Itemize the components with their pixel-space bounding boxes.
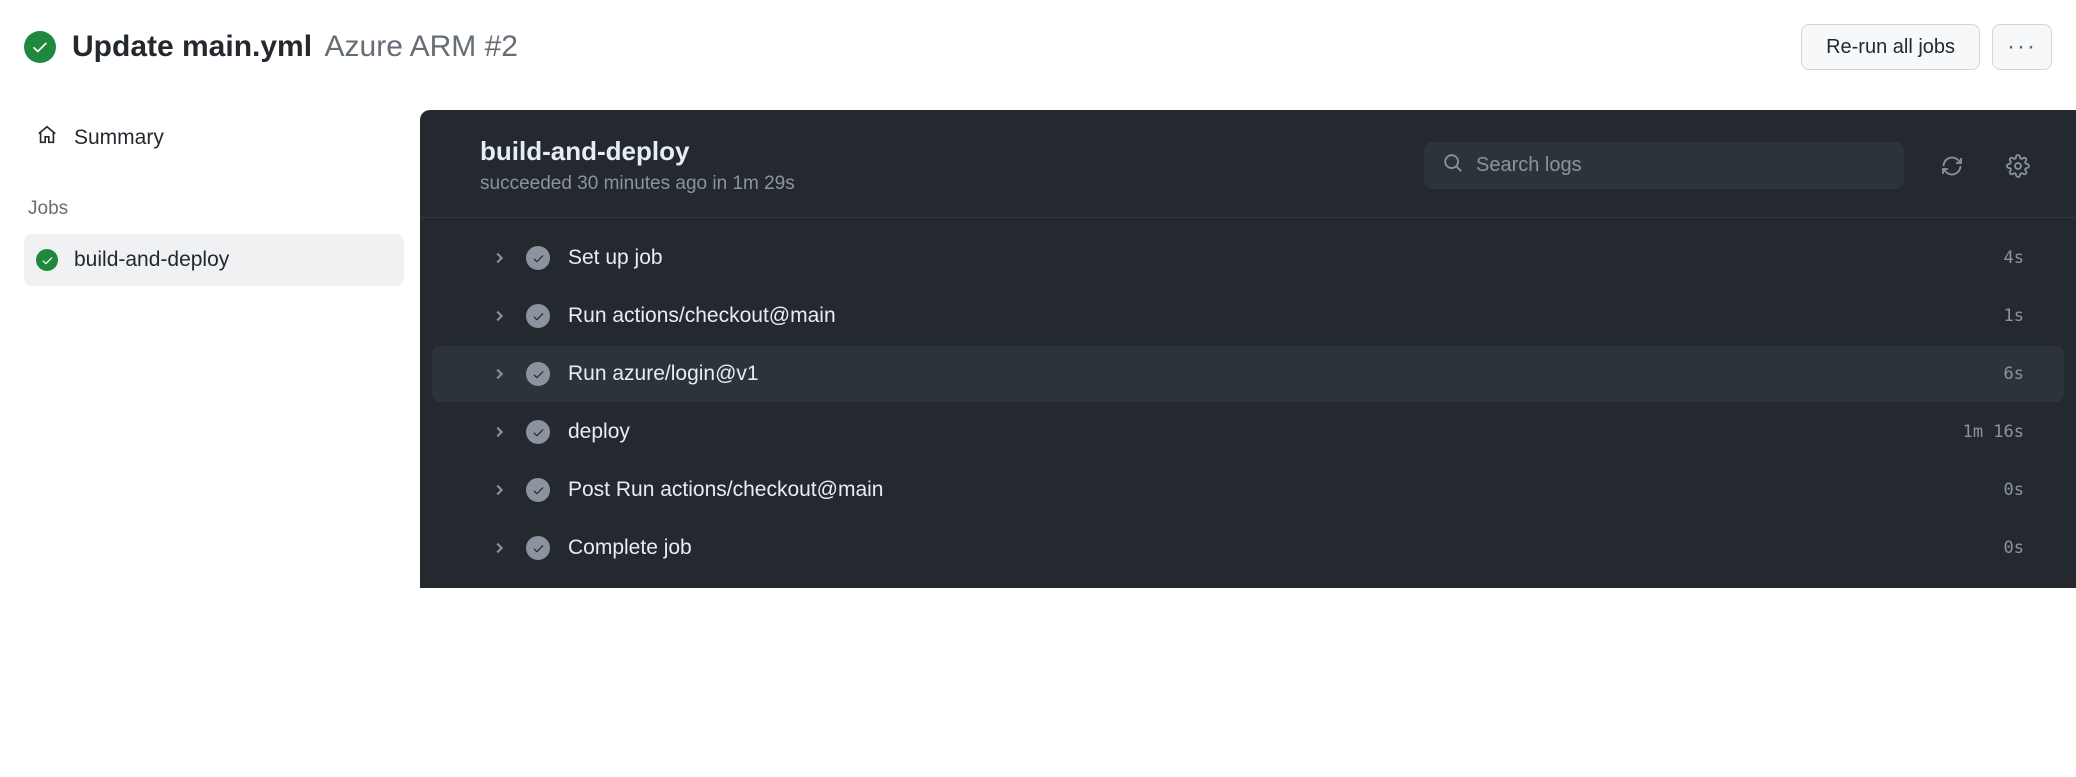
refresh-icon	[1940, 154, 1964, 178]
step-time: 1s	[2004, 306, 2024, 326]
status-success-icon	[24, 31, 56, 63]
header-left: Update main.yml Azure ARM #2	[24, 30, 518, 64]
steps-list: Set up job4sRun actions/checkout@main1sR…	[420, 218, 2076, 588]
sidebar-job-label: build-and-deploy	[74, 248, 229, 272]
step-time: 0s	[2004, 480, 2024, 500]
step-label: Complete job	[568, 536, 2004, 560]
home-icon	[36, 124, 58, 152]
log-panel-header: build-and-deploy succeeded 30 minutes ag…	[420, 110, 2076, 218]
step-time: 4s	[2004, 248, 2024, 268]
job-success-icon	[36, 249, 58, 271]
job-title-block: build-and-deploy succeeded 30 minutes ag…	[480, 136, 1408, 195]
kebab-icon: ···	[2007, 35, 2037, 59]
search-logs-input[interactable]	[1476, 154, 1886, 177]
step-success-icon	[526, 246, 550, 270]
workflow-run-subtitle: Azure ARM #2	[325, 30, 518, 63]
step-row[interactable]: Run actions/checkout@main1s	[432, 288, 2064, 344]
step-label: deploy	[568, 420, 1963, 444]
step-row[interactable]: Run azure/login@v16s	[432, 346, 2064, 402]
chevron-right-icon	[492, 365, 510, 383]
step-row[interactable]: Set up job4s	[432, 230, 2064, 286]
step-row[interactable]: Complete job0s	[432, 520, 2064, 576]
step-success-icon	[526, 536, 550, 560]
refresh-logs-button[interactable]	[1934, 148, 1970, 184]
log-panel: build-and-deploy succeeded 30 minutes ag…	[420, 110, 2076, 588]
summary-link[interactable]: Summary	[24, 110, 404, 166]
step-success-icon	[526, 362, 550, 386]
sidebar-job-build-and-deploy[interactable]: build-and-deploy	[24, 234, 404, 286]
step-label: Post Run actions/checkout@main	[568, 478, 2004, 502]
more-actions-button[interactable]: ···	[1992, 24, 2052, 70]
chevron-right-icon	[492, 423, 510, 441]
job-name: build-and-deploy	[480, 136, 1408, 167]
log-settings-button[interactable]	[2000, 148, 2036, 184]
search-icon	[1442, 152, 1464, 179]
step-success-icon	[526, 420, 550, 444]
rerun-all-jobs-button[interactable]: Re-run all jobs	[1801, 24, 1980, 70]
step-row[interactable]: deploy1m 16s	[432, 404, 2064, 460]
gear-icon	[2006, 154, 2030, 178]
step-label: Run azure/login@v1	[568, 362, 2004, 386]
step-row[interactable]: Post Run actions/checkout@main0s	[432, 462, 2064, 518]
step-label: Run actions/checkout@main	[568, 304, 2004, 328]
chevron-right-icon	[492, 307, 510, 325]
chevron-right-icon	[492, 481, 510, 499]
step-success-icon	[526, 304, 550, 328]
sidebar: Summary Jobs build-and-deploy	[0, 110, 420, 588]
summary-label: Summary	[74, 126, 164, 150]
step-time: 6s	[2004, 364, 2024, 384]
header-actions: Re-run all jobs ···	[1801, 24, 2052, 70]
jobs-section-header: Jobs	[24, 166, 404, 234]
step-label: Set up job	[568, 246, 2004, 270]
step-time: 0s	[2004, 538, 2024, 558]
chevron-right-icon	[492, 539, 510, 557]
chevron-right-icon	[492, 249, 510, 267]
content-layout: Summary Jobs build-and-deploy build-and-…	[0, 110, 2076, 588]
search-logs-wrap[interactable]	[1424, 142, 1904, 189]
page-header: Update main.yml Azure ARM #2 Re-run all …	[0, 0, 2076, 82]
workflow-run-title: Update main.yml	[72, 30, 312, 63]
job-status-text: succeeded 30 minutes ago in 1m 29s	[480, 173, 1408, 195]
header-title-wrap: Update main.yml Azure ARM #2	[72, 30, 518, 64]
step-time: 1m 16s	[1963, 422, 2024, 442]
step-success-icon	[526, 478, 550, 502]
